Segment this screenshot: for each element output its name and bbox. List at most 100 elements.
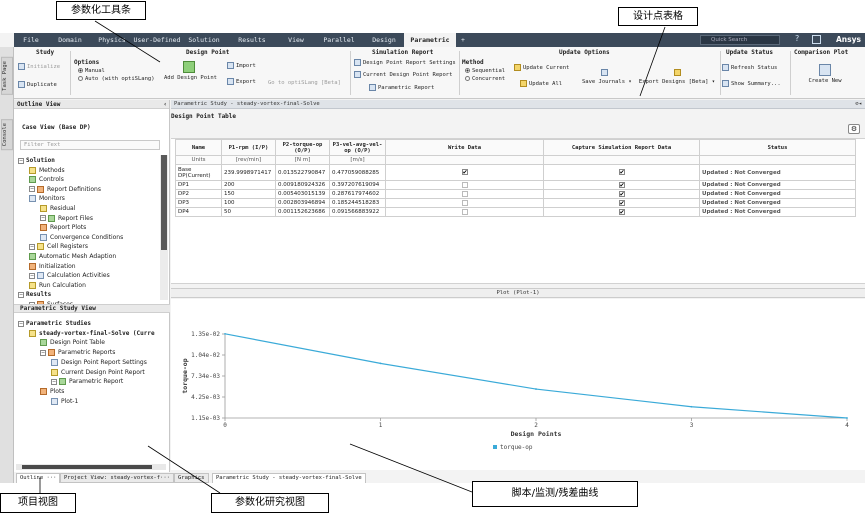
col-header-name[interactable]: Name	[175, 139, 222, 156]
expand-toggle-icon[interactable]: −	[18, 157, 24, 164]
duplicate-button[interactable]: Duplicate	[18, 81, 57, 88]
cell-status[interactable]: Updated : Not Converged	[699, 164, 856, 181]
cell-vel[interactable]: 0.185244518283	[329, 198, 386, 208]
expand-toggle-icon[interactable]: −	[29, 243, 35, 250]
table-row[interactable]: DP2 150 0.005403015139 0.287617974602 ✔ Updat…	[175, 189, 856, 199]
menu-user-defined[interactable]: User-Defined	[132, 36, 182, 44]
refresh-status-button[interactable]: Refresh Status	[722, 64, 777, 71]
cell-name[interactable]: DP4	[175, 207, 222, 217]
menu-parallel[interactable]: Parallel	[314, 36, 364, 44]
tree-item[interactable]: Report Plots	[40, 224, 86, 232]
tree-item[interactable]: − Results	[18, 291, 51, 298]
export-button[interactable]: Export	[227, 78, 256, 85]
tree-item[interactable]: − Parametric Reports	[40, 349, 115, 357]
tree-item[interactable]: − Cell Registers	[29, 243, 88, 251]
tree-item[interactable]: Methods	[29, 166, 65, 174]
current-design-point-report-button[interactable]: Current Design Point Report	[354, 71, 452, 78]
tree-item[interactable]: − Calculation Activities	[29, 272, 110, 280]
menu-view[interactable]: View	[278, 36, 314, 44]
cell-name[interactable]: DP1	[175, 180, 222, 190]
horizontal-scrollbar-thumb[interactable]	[22, 465, 152, 469]
export-designs-button[interactable]: Export Designs [Beta] ▾	[637, 69, 717, 85]
expand-toggle-icon[interactable]: −	[18, 291, 24, 298]
update-current-button[interactable]: Update Current	[514, 64, 569, 71]
expand-toggle-icon[interactable]: −	[18, 320, 24, 327]
import-button[interactable]: Import	[227, 62, 256, 69]
cell-status[interactable]: Updated : Not Converged	[699, 207, 856, 217]
write-data-checkbox[interactable]: ✔	[461, 169, 468, 176]
radio-auto-optislang[interactable]: Auto (with optiSLang)	[78, 76, 155, 82]
col-header-capture[interactable]: Capture Simulation Report Data	[543, 139, 700, 156]
cell-rpm[interactable]: 200	[221, 180, 276, 190]
capture-report-checkbox[interactable]: ✔	[618, 208, 625, 215]
expand-toggle-icon[interactable]: −	[40, 215, 46, 222]
cell-vel[interactable]: 0.287617974602	[329, 189, 386, 199]
table-row[interactable]: DP3 100 0.002803946894 0.185244518283 ✔ Updat…	[175, 198, 856, 208]
save-journals-button[interactable]: Save Journals ▾	[582, 69, 632, 85]
panel-menu-icon[interactable]: ⊘◂	[855, 100, 862, 109]
create-new-plot-button[interactable]: Create New	[804, 64, 846, 84]
col-header-rpm[interactable]: P1-rpm (I/P)	[221, 139, 276, 156]
cell-name[interactable]: DP2	[175, 189, 222, 199]
tree-item[interactable]: Residual	[40, 205, 75, 212]
col-header-vel[interactable]: P3-vel-avg-vel-op (O/P)	[329, 139, 386, 156]
tree-item[interactable]: Monitors	[29, 195, 65, 203]
tree-item[interactable]: − Report Definitions	[29, 185, 101, 193]
col-header-status[interactable]: Status	[699, 139, 856, 156]
menu-solution[interactable]: Solution	[182, 36, 226, 44]
cell-vel[interactable]: 0.397207619094	[329, 180, 386, 190]
tab-task-page[interactable]: Task Page	[1, 57, 13, 95]
tab-graphics[interactable]: Graphics	[174, 473, 209, 483]
cell-torque[interactable]: 0.005403015139	[275, 189, 330, 199]
tree-item[interactable]: − Parametric Report	[51, 378, 123, 386]
cell-vel[interactable]: 0.477059088285	[329, 164, 386, 181]
write-data-checkbox[interactable]	[461, 208, 468, 215]
menu-parametric[interactable]: Parametric	[404, 33, 456, 47]
show-summary-button[interactable]: Show Summary...	[722, 80, 781, 87]
cell-torque[interactable]: 0.001152623686	[275, 207, 330, 217]
cell-rpm[interactable]: 239.9998971417	[221, 164, 276, 181]
expand-toggle-icon[interactable]: −	[29, 186, 35, 193]
update-all-button[interactable]: Update All	[520, 80, 562, 87]
capture-report-checkbox[interactable]: ✔	[618, 169, 625, 176]
tree-item[interactable]: − Solution	[18, 157, 55, 164]
write-data-checkbox[interactable]	[461, 199, 468, 206]
add-design-point-button[interactable]: Add Design Point	[164, 61, 217, 81]
help-icon[interactable]: ?	[795, 34, 799, 43]
col-header-torque[interactable]: P2-torque-op (O/P)	[275, 139, 330, 156]
menu-add-tab[interactable]: +	[456, 36, 470, 44]
table-row[interactable]: Base DP(Current) 239.9998971417 0.01352279…	[175, 164, 856, 181]
cell-name[interactable]: DP3	[175, 198, 222, 208]
tree-item[interactable]: steady-vortex-final-Solve (Curre	[29, 329, 155, 337]
tree-item[interactable]: Plot-1	[51, 397, 78, 405]
col-header-write-data[interactable]: Write Data	[385, 139, 544, 156]
expand-toggle-icon[interactable]: −	[40, 349, 46, 356]
tree-item[interactable]: − Report Files	[40, 214, 93, 222]
capture-report-checkbox[interactable]: ✔	[618, 181, 625, 188]
cell-torque[interactable]: 0.013522790847	[275, 164, 330, 181]
cell-name[interactable]: Base DP(Current)	[175, 164, 222, 181]
write-data-checkbox[interactable]	[461, 190, 468, 197]
outline-scrollbar-thumb[interactable]	[161, 155, 167, 250]
parametric-report-button[interactable]: Parametric Report	[369, 84, 434, 91]
cell-torque[interactable]: 0.002803946894	[275, 198, 330, 208]
tree-item[interactable]: − Parametric Studies	[18, 320, 91, 327]
initialize-button[interactable]: Initialize	[18, 63, 60, 70]
cell-status[interactable]: Updated : Not Converged	[699, 180, 856, 190]
tree-item[interactable]: Plots	[40, 387, 64, 395]
tab-parametric-study[interactable]: Parametric Study - steady-vortex-final-S…	[212, 473, 366, 483]
tree-item[interactable]: Controls	[29, 176, 64, 184]
menu-file[interactable]: File	[14, 36, 48, 44]
layout-icon[interactable]	[812, 35, 821, 44]
capture-report-checkbox[interactable]: ✔	[618, 199, 625, 206]
filter-text-input[interactable]: Filter Text	[20, 140, 160, 150]
tab-console[interactable]: Console	[1, 119, 13, 151]
quick-search-input[interactable]: Quick Search	[700, 35, 780, 45]
radio-concurrent[interactable]: Concurrent	[465, 76, 505, 82]
menu-results[interactable]: Results	[226, 36, 278, 44]
design-point-report-settings-button[interactable]: Design Point Report Settings	[354, 59, 456, 66]
cell-rpm[interactable]: 50	[221, 207, 276, 217]
tab-outline[interactable]: Outline ···	[16, 473, 61, 483]
tree-item[interactable]: Design Point Report Settings	[51, 358, 147, 366]
tree-item[interactable]: Run Calculation	[29, 281, 86, 289]
